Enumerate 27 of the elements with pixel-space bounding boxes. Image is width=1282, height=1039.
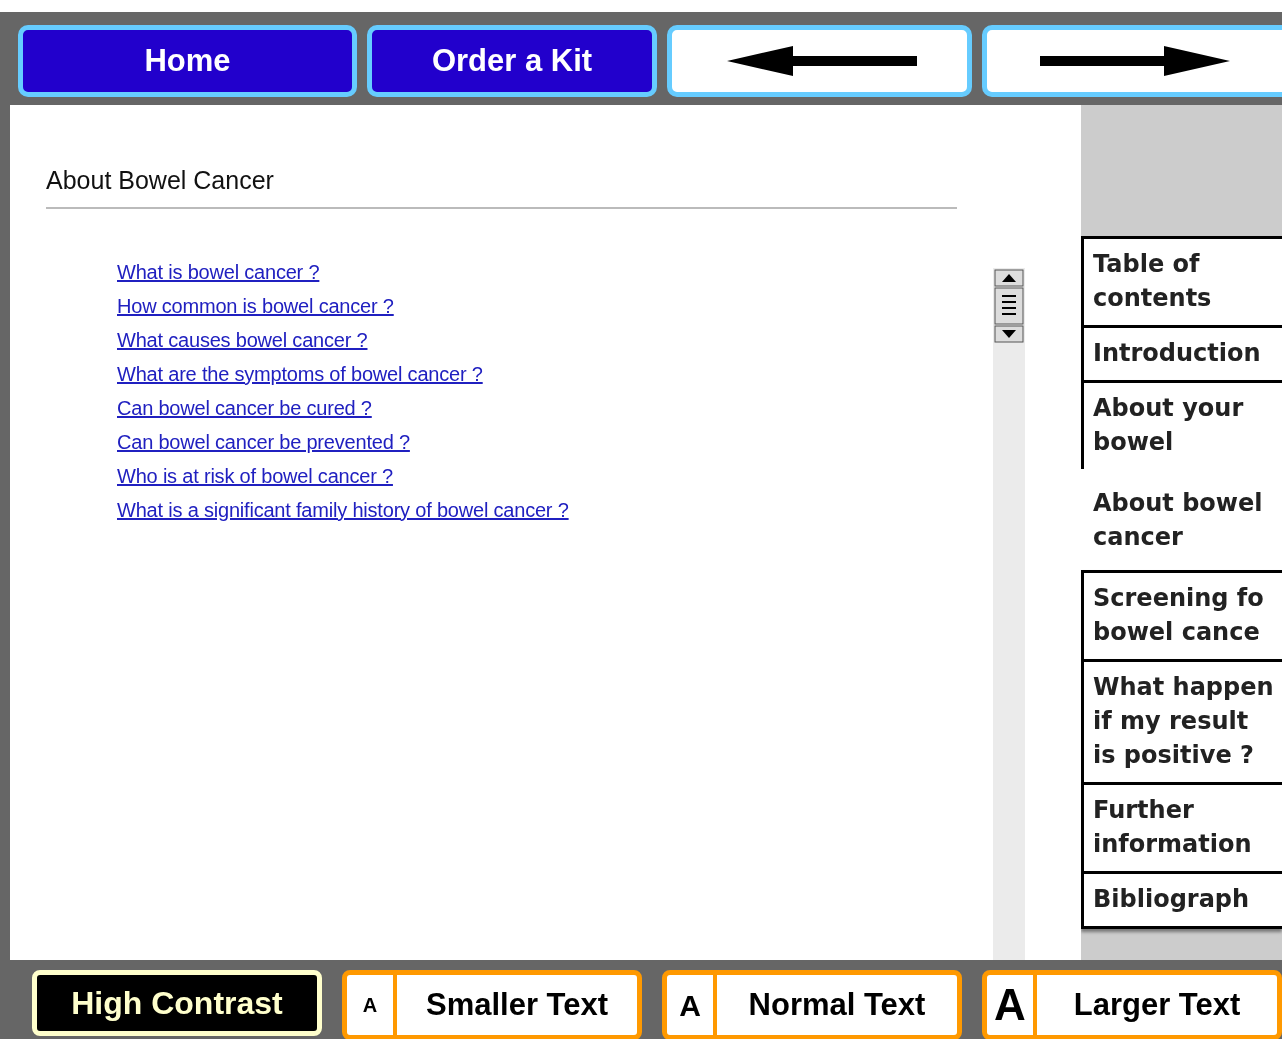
sidebar-tab[interactable]: Table of contents: [1081, 236, 1282, 328]
forward-button[interactable]: [982, 25, 1282, 97]
sidebar-tab[interactable]: About your bowel: [1081, 380, 1282, 472]
scrollbar[interactable]: [993, 268, 1025, 960]
topic-link[interactable]: Can bowel cancer be prevented ?: [117, 429, 410, 455]
sidebar-tab[interactable]: What happen if my result is positive ?: [1081, 659, 1282, 785]
text-size-button[interactable]: A Smaller Text: [342, 970, 642, 1039]
topic-link[interactable]: Can bowel cancer be cured ?: [117, 395, 372, 421]
topic-link[interactable]: What is a significant family history of bowel cancer ?: [117, 497, 569, 523]
sidebar-tab[interactable]: Bibliograph: [1081, 871, 1282, 929]
back-button[interactable]: [667, 25, 972, 97]
topic-link[interactable]: What are the symptoms of bowel cancer ?: [117, 361, 483, 387]
text-size-button[interactable]: A Larger Text: [982, 970, 1282, 1039]
topic-link[interactable]: How common is bowel cancer ?: [117, 293, 394, 319]
topic-link[interactable]: What causes bowel cancer ?: [117, 327, 368, 353]
sidebar-tab[interactable]: About bowel cancer: [1081, 469, 1282, 573]
page-heading: About Bowel Cancer: [46, 165, 957, 209]
sidebar-tab[interactable]: Screening fo bowel cance: [1081, 570, 1282, 662]
sidebar-tab[interactable]: Introduction: [1081, 325, 1282, 383]
text-size-button[interactable]: A Normal Text: [662, 970, 962, 1039]
sidebar-tab[interactable]: Further information: [1081, 782, 1282, 874]
high-contrast-button[interactable]: High Contrast: [32, 970, 322, 1036]
nav-button[interactable]: Home: [18, 25, 357, 97]
topic-link[interactable]: Who is at risk of bowel cancer ?: [117, 463, 393, 489]
topic-link[interactable]: What is bowel cancer ?: [117, 259, 320, 285]
scroll-buttons-drawing[interactable]: [993, 268, 1025, 346]
nav-button[interactable]: Order a Kit: [367, 25, 657, 97]
